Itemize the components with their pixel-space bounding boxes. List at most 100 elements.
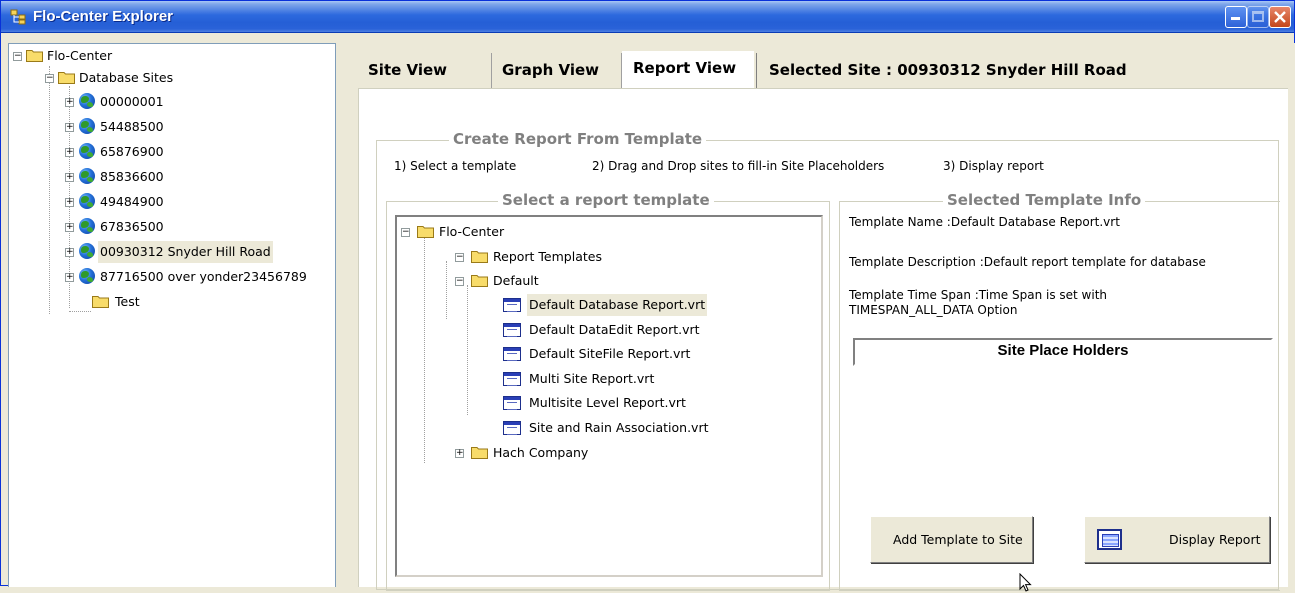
- collapse-icon[interactable]: −: [455, 277, 464, 286]
- site-item[interactable]: + 87716500 over yonder23456789: [65, 266, 335, 288]
- template-item[interactable]: Multi Site Report.vrt: [489, 368, 809, 390]
- expand-icon[interactable]: +: [65, 273, 74, 282]
- report-file-icon: [503, 347, 521, 361]
- tree-connector: [446, 261, 447, 319]
- mouse-cursor-icon: [1019, 573, 1032, 592]
- tree-connector: [424, 237, 425, 463]
- tree-item-label: Test: [115, 294, 140, 309]
- app-window: Flo-Center Explorer − Flo-Center − Datab…: [0, 0, 1295, 592]
- expand-icon[interactable]: +: [65, 148, 74, 157]
- expand-icon[interactable]: +: [65, 248, 74, 257]
- collapse-icon[interactable]: −: [45, 74, 54, 83]
- template-tree-hach[interactable]: + Hach Company: [455, 442, 755, 464]
- close-button[interactable]: [1269, 6, 1291, 28]
- template-label: Multi Site Report.vrt: [529, 371, 655, 386]
- site-item[interactable]: + 54488500: [65, 116, 335, 138]
- step-2-text: 2) Drag and Drop sites to fill-in Site P…: [592, 159, 885, 173]
- maximize-icon: [1252, 11, 1264, 22]
- site-item-selected[interactable]: + 00930312 Snyder Hill Road: [65, 241, 335, 263]
- globe-icon: [79, 268, 95, 284]
- step-3-text: 3) Display report: [943, 159, 1044, 173]
- expand-icon[interactable]: +: [65, 123, 74, 132]
- folder-icon: [26, 50, 43, 62]
- template-info-group: Selected Template Info Template Name :De…: [839, 191, 1280, 591]
- report-file-icon: [503, 323, 521, 337]
- globe-icon: [79, 243, 95, 259]
- minimize-button[interactable]: [1225, 6, 1247, 28]
- expand-icon[interactable]: +: [65, 173, 74, 182]
- collapse-icon[interactable]: −: [455, 253, 464, 262]
- globe-icon: [79, 118, 95, 134]
- site-place-holders-header: Site Place Holders: [853, 338, 1273, 366]
- site-item[interactable]: + 67836500: [65, 216, 335, 238]
- tab-graph-view[interactable]: Graph View: [492, 53, 622, 88]
- tree-app-icon: [10, 9, 26, 25]
- panel-splitter[interactable]: [336, 43, 344, 587]
- template-label: Default DataEdit Report.vrt: [529, 322, 700, 337]
- report-file-icon: [503, 421, 521, 435]
- expand-icon[interactable]: +: [65, 223, 74, 232]
- tab-site-view[interactable]: Site View: [358, 53, 492, 88]
- main-panel: Site View Graph View Report View Selecte…: [344, 43, 1295, 591]
- globe-icon: [79, 193, 95, 209]
- site-item[interactable]: + 85836600: [65, 166, 335, 188]
- expand-icon[interactable]: +: [455, 449, 464, 458]
- tree-item-label: Hach Company: [493, 445, 589, 460]
- site-label: 00000001: [100, 94, 164, 109]
- create-report-group: Create Report From Template 1) Select a …: [376, 130, 1280, 591]
- tree-connector: [467, 285, 468, 415]
- report-file-icon: [503, 298, 521, 312]
- tree-item-label: Default: [493, 273, 539, 288]
- expand-icon[interactable]: +: [65, 198, 74, 207]
- close-icon: [1274, 11, 1286, 23]
- folder-icon: [92, 296, 109, 308]
- collapse-icon[interactable]: −: [401, 228, 410, 237]
- template-tree-report-templates[interactable]: − Report Templates: [455, 246, 755, 268]
- window-title: Flo-Center Explorer: [33, 8, 174, 25]
- globe-icon: [79, 93, 95, 109]
- template-item[interactable]: Multisite Level Report.vrt: [489, 392, 809, 414]
- tree-item-flo-center[interactable]: − Flo-Center: [13, 45, 313, 67]
- template-tree-root[interactable]: − Flo-Center: [401, 221, 701, 243]
- select-template-group: Select a report template − Flo-Center − …: [386, 191, 830, 591]
- report-file-icon: [503, 372, 521, 386]
- collapse-icon[interactable]: −: [13, 52, 22, 61]
- template-tree[interactable]: − Flo-Center − Report Templates − Defaul…: [395, 215, 823, 577]
- tree-item-label: Flo-Center: [439, 224, 505, 239]
- site-label: 67836500: [100, 219, 164, 234]
- template-label: Default Database Report.vrt: [527, 294, 708, 316]
- display-report-button[interactable]: Display Report: [1084, 516, 1270, 563]
- maximize-button[interactable]: [1247, 6, 1269, 28]
- title-bar[interactable]: Flo-Center Explorer: [1, 1, 1294, 33]
- add-template-button[interactable]: Add Template to Site: [870, 516, 1033, 563]
- site-item[interactable]: + 65876900: [65, 141, 335, 163]
- selected-site-label: Selected Site : 00930312 Snyder Hill Roa…: [756, 53, 1286, 88]
- expand-icon[interactable]: +: [65, 98, 74, 107]
- template-tree-default[interactable]: − Default: [455, 270, 755, 292]
- site-item[interactable]: + 00000001: [65, 91, 335, 113]
- tree-item-label: Database Sites: [79, 70, 174, 85]
- template-time-span: Template Time Span :Time Span is set wit…: [849, 288, 1108, 302]
- template-item[interactable]: Default DataEdit Report.vrt: [489, 319, 809, 341]
- site-tree-panel[interactable]: − Flo-Center − Database Sites + 00000001…: [8, 43, 336, 587]
- template-time-span-option: TIMESPAN_ALL_DATA Option: [849, 303, 1018, 317]
- tree-item-test[interactable]: Test: [65, 291, 265, 313]
- site-label: 54488500: [100, 119, 164, 134]
- template-item-selected[interactable]: Default Database Report.vrt: [489, 294, 809, 316]
- tree-item-label: Flo-Center: [47, 48, 113, 63]
- site-item[interactable]: + 49484900: [65, 191, 335, 213]
- add-template-label: Add Template to Site: [893, 532, 1023, 547]
- template-item[interactable]: Site and Rain Association.vrt: [489, 417, 809, 439]
- folder-icon: [471, 251, 488, 263]
- display-report-label: Display Report: [1169, 532, 1261, 547]
- template-label: Multisite Level Report.vrt: [529, 395, 686, 410]
- globe-icon: [79, 218, 95, 234]
- minimize-icon: [1231, 17, 1240, 20]
- globe-icon: [79, 143, 95, 159]
- template-item[interactable]: Default SiteFile Report.vrt: [489, 343, 809, 365]
- tab-report-view[interactable]: Report View: [622, 51, 754, 89]
- step-1-text: 1) Select a template: [394, 159, 517, 173]
- report-file-icon: [503, 396, 521, 410]
- tree-item-database-sites[interactable]: − Database Sites: [45, 67, 325, 89]
- display-report-icon: [1097, 529, 1122, 550]
